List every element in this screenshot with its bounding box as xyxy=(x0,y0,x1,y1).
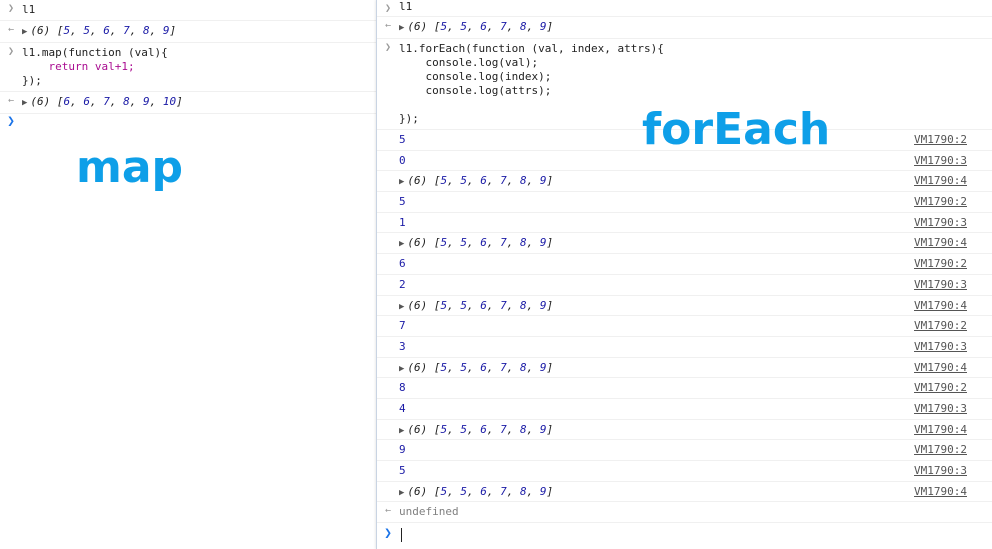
log-row[interactable]: ▶ (6) [5, 5, 6, 7, 8, 9] VM1790:4 xyxy=(377,171,992,193)
log-list: 5 VM1790:2 0 VM1790:3 ▶ (6) [5, 5, 6, 7, 8, 9… xyxy=(377,130,992,503)
text-cursor xyxy=(401,528,402,543)
log-value: 8 xyxy=(399,381,406,395)
console-input-row[interactable]: ❯ l1.map(function (val){ return val+1; }… xyxy=(0,43,376,92)
triangle-right-icon[interactable]: ▶ xyxy=(399,488,404,498)
console-input-row[interactable]: ❯ l1 xyxy=(377,0,992,17)
return-arrow-icon: ← xyxy=(7,24,15,35)
source-link[interactable]: VM1790:3 xyxy=(914,275,967,296)
log-value: 4 xyxy=(399,401,406,415)
prompt-chevron-icon: ❯ xyxy=(7,114,15,129)
source-link[interactable]: VM1790:3 xyxy=(914,399,967,420)
log-row[interactable]: ▶ (6) [5, 5, 6, 7, 8, 9] VM1790:4 xyxy=(377,420,992,441)
prompt-chevron-icon: ❯ xyxy=(384,526,392,542)
triangle-right-icon[interactable]: ▶ xyxy=(399,302,404,312)
array-preview[interactable]: ▶ (6) [5, 5, 6, 7, 8, 9] xyxy=(22,21,376,42)
console-input-row[interactable]: ❯ l1 xyxy=(0,0,376,21)
input-text: l1 xyxy=(22,3,36,16)
chevron-right-icon: ❯ xyxy=(7,46,15,57)
triangle-right-icon[interactable]: ▶ xyxy=(22,27,27,37)
map-annotation: map xyxy=(76,142,184,193)
log-row[interactable]: 5 VM1790:2 xyxy=(377,192,992,213)
array-preview[interactable]: ▶ (6) [5, 5, 6, 7, 8, 9] xyxy=(399,17,992,38)
source-link[interactable]: VM1790:4 xyxy=(914,358,967,379)
code-block: l1.map(function (val){ return val+1; }); xyxy=(22,46,168,87)
triangle-right-icon[interactable]: ▶ xyxy=(22,98,27,108)
log-row[interactable]: 4 VM1790:3 xyxy=(377,399,992,420)
source-link[interactable]: VM1790:4 xyxy=(914,420,967,441)
log-row[interactable]: 6 VM1790:2 xyxy=(377,254,992,275)
log-row[interactable]: 5 VM1790:3 xyxy=(377,461,992,482)
array-preview[interactable]: ▶ (6) [5, 5, 6, 7, 8, 9] xyxy=(399,358,553,380)
console-output-row[interactable]: ← ▶ (6) [5, 5, 6, 7, 8, 9] xyxy=(0,21,376,43)
return-arrow-icon: ← xyxy=(7,95,15,106)
log-row[interactable]: ▶ (6) [5, 5, 6, 7, 8, 9] VM1790:4 xyxy=(377,296,992,317)
console-output-row[interactable]: ← ▶ (6) [6, 6, 7, 8, 9, 10] xyxy=(0,92,376,114)
log-row[interactable]: 7 VM1790:2 xyxy=(377,316,992,337)
log-value: 0 xyxy=(399,153,406,167)
log-value: 1 xyxy=(399,215,406,229)
console-prompt-input[interactable] xyxy=(399,523,992,545)
array-preview[interactable]: ▶ (6) [5, 5, 6, 7, 8, 9] xyxy=(399,420,553,442)
console-prompt-row[interactable]: ❯ xyxy=(0,114,376,134)
source-link[interactable]: VM1790:2 xyxy=(914,316,967,337)
triangle-right-icon[interactable]: ▶ xyxy=(399,364,404,374)
source-link[interactable]: VM1790:4 xyxy=(914,296,967,317)
foreach-annotation: forEach xyxy=(642,104,831,155)
log-row[interactable]: 1 VM1790:3 xyxy=(377,213,992,234)
triangle-right-icon[interactable]: ▶ xyxy=(399,23,404,33)
array-preview[interactable]: ▶ (6) [5, 5, 6, 7, 8, 9] xyxy=(399,482,553,504)
log-value: 3 xyxy=(399,339,406,353)
input-text: l1 xyxy=(399,0,413,13)
source-link[interactable]: VM1790:4 xyxy=(914,171,967,192)
source-link[interactable]: VM1790:2 xyxy=(914,192,967,213)
source-link[interactable]: VM1790:3 xyxy=(914,337,967,358)
source-link[interactable]: VM1790:4 xyxy=(914,233,967,254)
source-link[interactable]: VM1790:3 xyxy=(914,213,967,234)
source-link[interactable]: VM1790:3 xyxy=(914,151,967,172)
chevron-right-icon: ❯ xyxy=(384,42,392,53)
left-console-panel: ❯ l1 ← ▶ (6) [5, 5, 6, 7, 8, 9] ❯ l1.map(… xyxy=(0,0,376,549)
console-output-row[interactable]: ← ▶ (6) [5, 5, 6, 7, 8, 9] xyxy=(377,17,992,39)
console-prompt-row[interactable]: ❯ xyxy=(377,523,992,547)
log-value: 5 xyxy=(399,133,406,146)
log-value: 2 xyxy=(399,277,406,291)
log-value: 9 xyxy=(399,443,406,457)
triangle-right-icon[interactable]: ▶ xyxy=(399,426,404,436)
array-preview[interactable]: ▶ (6) [5, 5, 6, 7, 8, 9] xyxy=(399,233,553,255)
log-row[interactable]: 3 VM1790:3 xyxy=(377,337,992,358)
log-row[interactable]: ▶ (6) [5, 5, 6, 7, 8, 9] VM1790:4 xyxy=(377,482,992,503)
log-value: 6 xyxy=(399,257,406,271)
source-link[interactable]: VM1790:2 xyxy=(914,440,967,461)
log-row[interactable]: 8 VM1790:2 xyxy=(377,378,992,399)
chevron-right-icon: ❯ xyxy=(7,3,15,14)
result-value: undefined xyxy=(399,505,459,519)
return-arrow-icon: ← xyxy=(384,505,392,517)
log-row[interactable]: 2 VM1790:3 xyxy=(377,275,992,296)
right-console-panel: ❯ l1 ← ▶ (6) [5, 5, 6, 7, 8, 9] ❯ l1.forE… xyxy=(376,0,992,549)
source-link[interactable]: VM1790:2 xyxy=(914,254,967,275)
chevron-right-icon: ❯ xyxy=(384,3,392,14)
log-row[interactable]: ▶ (6) [5, 5, 6, 7, 8, 9] VM1790:4 xyxy=(377,358,992,379)
return-arrow-icon: ← xyxy=(384,20,392,31)
console-result-row: ← undefined xyxy=(377,502,992,524)
source-link[interactable]: VM1790:2 xyxy=(914,378,967,399)
source-link[interactable]: VM1790:3 xyxy=(914,461,967,482)
log-value: 7 xyxy=(399,319,406,333)
array-preview[interactable]: ▶ (6) [6, 6, 7, 8, 9, 10] xyxy=(22,92,376,113)
log-row[interactable]: 9 VM1790:2 xyxy=(377,440,992,461)
log-value: 5 xyxy=(399,464,406,477)
console-prompt-input[interactable] xyxy=(22,114,376,134)
array-preview[interactable]: ▶ (6) [5, 5, 6, 7, 8, 9] xyxy=(399,171,553,193)
log-row[interactable]: ▶ (6) [5, 5, 6, 7, 8, 9] VM1790:4 xyxy=(377,233,992,255)
source-link[interactable]: VM1790:4 xyxy=(914,482,967,503)
array-preview[interactable]: ▶ (6) [5, 5, 6, 7, 8, 9] xyxy=(399,296,553,318)
log-value: 5 xyxy=(399,195,406,209)
triangle-right-icon[interactable]: ▶ xyxy=(399,177,404,187)
source-link[interactable]: VM1790:2 xyxy=(914,130,967,151)
triangle-right-icon[interactable]: ▶ xyxy=(399,239,404,249)
